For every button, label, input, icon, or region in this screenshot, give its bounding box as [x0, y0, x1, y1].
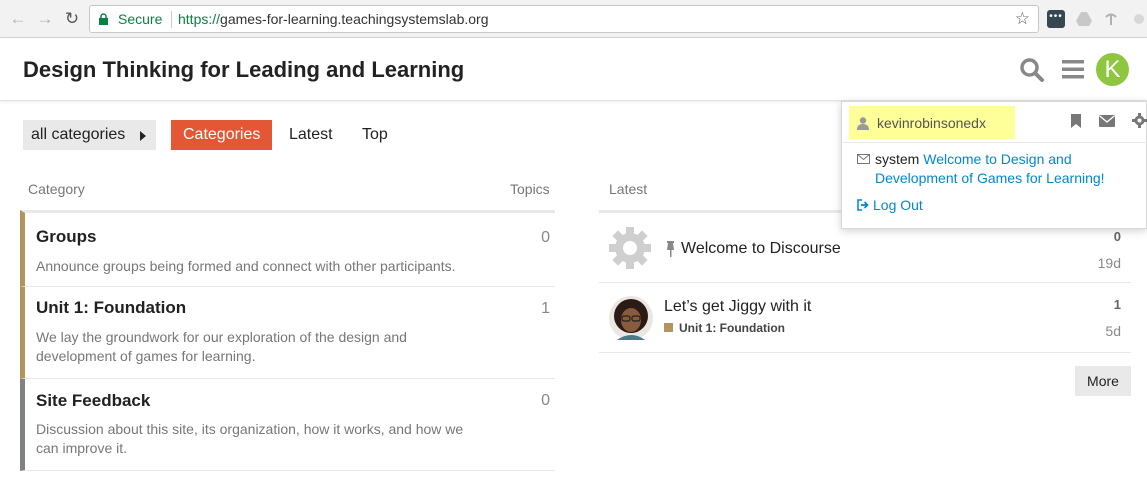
hamburger-menu-icon[interactable] — [1061, 58, 1085, 80]
messages-icon[interactable] — [1099, 115, 1115, 127]
tab-top[interactable]: Top — [362, 120, 388, 150]
user-menu-panel: kevinrobinsonedx system Welcome to Desig… — [841, 101, 1147, 229]
gear-icon[interactable] — [1132, 113, 1147, 128]
user-avatar[interactable]: K — [1096, 53, 1129, 86]
category-row-groups[interactable]: Groups Announce groups being formed and … — [20, 210, 555, 287]
notification-item[interactable]: system Welcome to Design and Development… — [875, 150, 1125, 188]
url-scheme: https:// — [178, 11, 221, 27]
caret-right-icon — [140, 131, 146, 141]
omnibox-divider — [171, 11, 172, 28]
envelope-icon — [857, 154, 870, 164]
extension-icon[interactable]: ••• — [1047, 10, 1065, 28]
category-column-header: Category — [28, 181, 85, 197]
topic-age: 5d — [1105, 323, 1121, 339]
more-button[interactable]: More — [1075, 366, 1131, 396]
username-link[interactable]: kevinrobinsonedx — [849, 106, 1015, 139]
back-button[interactable]: ← — [8, 9, 28, 29]
category-topic-count: 1 — [541, 300, 550, 317]
bookmark-icon[interactable] — [1070, 114, 1082, 128]
logout-link[interactable]: Log Out — [873, 197, 923, 213]
address-bar[interactable]: Secure https://games-for-learning.teachi… — [89, 5, 1039, 33]
category-name[interactable]: Site Feedback — [36, 391, 150, 411]
topic-age: 19d — [1097, 255, 1121, 271]
drive-extension-icon[interactable] — [1075, 10, 1093, 28]
site-header: Design Thinking for Leading and Learning… — [0, 38, 1147, 101]
sign-out-icon — [857, 199, 869, 211]
topic-post-count: 0 — [1113, 229, 1121, 244]
url-domain: games-for-learning.teachingsystemslab.or… — [220, 11, 489, 27]
category-description: We lay the groundwork for our exploratio… — [36, 329, 407, 364]
user-icon — [857, 117, 869, 130]
topic-row[interactable]: Let’s get Jiggy with it Unit 1: Foundati… — [599, 283, 1131, 353]
latest-column-header: Latest — [609, 181, 648, 197]
category-topic-count: 0 — [541, 392, 550, 409]
tab-categories[interactable]: Categories — [171, 120, 273, 150]
browser-toolbar: ← → ↻ Secure https://games-for-learning.… — [0, 0, 1147, 38]
username: kevinrobinsonedx — [877, 115, 986, 131]
category-description: Discussion about this site, its organiza… — [36, 421, 464, 456]
category-dropdown-label: all categories — [31, 126, 126, 143]
topics-column-header: Topics — [510, 181, 550, 197]
topic-post-count: 1 — [1113, 297, 1121, 312]
notification-user: system — [875, 151, 920, 167]
category-row-unit-1-foundation[interactable]: Unit 1: Foundation We lay the groundwork… — [20, 287, 555, 379]
bookmark-star-icon[interactable]: ☆ — [1015, 9, 1030, 29]
user-menu-divider — [842, 142, 1147, 143]
site-title[interactable]: Design Thinking for Leading and Learning — [23, 57, 464, 83]
user-avatar[interactable] — [609, 296, 653, 340]
gear-avatar-icon — [609, 227, 651, 269]
tab-latest[interactable]: Latest — [289, 120, 333, 150]
url-text: https://games-for-learning.teachingsyste… — [178, 11, 489, 27]
topic-title[interactable]: Welcome to Discourse — [681, 240, 841, 258]
lock-icon — [99, 13, 108, 25]
category-name[interactable]: Groups — [36, 227, 96, 247]
secure-label: Secure — [118, 11, 163, 27]
category-row-site-feedback[interactable]: Site Feedback Discussion about this site… — [20, 379, 555, 471]
extension-icon-palm[interactable] — [1102, 10, 1120, 28]
categories-table: Groups Announce groups being formed and … — [20, 210, 555, 471]
latest-topics-list: Welcome to Discourse 0 19d Let’s get Jig… — [599, 210, 1131, 353]
topic-title[interactable]: Let’s get Jiggy with it — [664, 298, 811, 316]
reload-button[interactable]: ↻ — [62, 9, 82, 29]
category-dropdown[interactable]: all categories — [23, 120, 156, 150]
category-description: Announce groups being formed and connect… — [36, 258, 456, 274]
extension-icon-menu[interactable] — [1130, 10, 1147, 28]
topic-category-name: Unit 1: Foundation — [679, 321, 785, 335]
topic-category-badge[interactable]: Unit 1: Foundation — [664, 321, 785, 335]
category-color-swatch — [664, 323, 673, 332]
search-icon[interactable] — [1019, 57, 1045, 83]
pin-icon — [667, 241, 674, 257]
category-topic-count: 0 — [541, 229, 550, 246]
category-name[interactable]: Unit 1: Foundation — [36, 298, 186, 318]
forward-button[interactable]: → — [35, 9, 55, 29]
